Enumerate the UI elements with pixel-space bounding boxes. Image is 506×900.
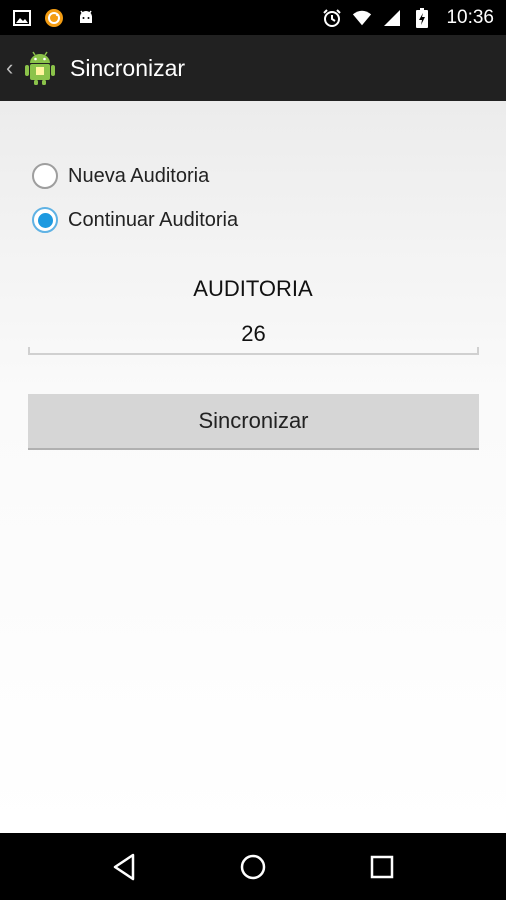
radio-button-checked[interactable] [32, 207, 58, 233]
status-bar: 10:36 [0, 0, 506, 35]
radio-button-unchecked[interactable] [32, 163, 58, 189]
page-title: Sincronizar [70, 54, 186, 81]
back-icon[interactable] [104, 847, 144, 887]
battery-icon [412, 7, 432, 28]
android-app-icon[interactable] [22, 50, 58, 86]
radio-label-nueva: Nueva Auditoria [68, 164, 210, 187]
audit-number-input[interactable] [28, 315, 479, 355]
sync-app-icon [44, 8, 64, 28]
sync-button[interactable]: Sincronizar [28, 394, 479, 450]
input-edge-left [28, 347, 30, 355]
recents-icon[interactable] [362, 847, 402, 887]
radio-nueva-auditoria[interactable]: Nueva Auditoria [32, 161, 209, 191]
image-icon [12, 8, 32, 28]
audit-label: AUDITORIA [193, 276, 313, 301]
android-debug-icon [76, 8, 96, 28]
radio-label-continuar: Continuar Auditoria [68, 208, 239, 231]
up-navigation-icon[interactable]: ‹ [6, 55, 18, 81]
action-bar: ‹ Sincronizar [0, 35, 506, 101]
home-icon[interactable] [233, 847, 273, 887]
wifi-icon [352, 8, 372, 28]
status-time: 10:36 [446, 6, 494, 28]
radio-continuar-auditoria[interactable]: Continuar Auditoria [32, 205, 238, 235]
input-edge-right [477, 347, 479, 355]
signal-icon [382, 8, 402, 28]
main-content: Nueva Auditoria Continuar Auditoria AUDI… [0, 101, 506, 833]
navigation-bar [0, 833, 506, 900]
alarm-icon [322, 8, 342, 28]
